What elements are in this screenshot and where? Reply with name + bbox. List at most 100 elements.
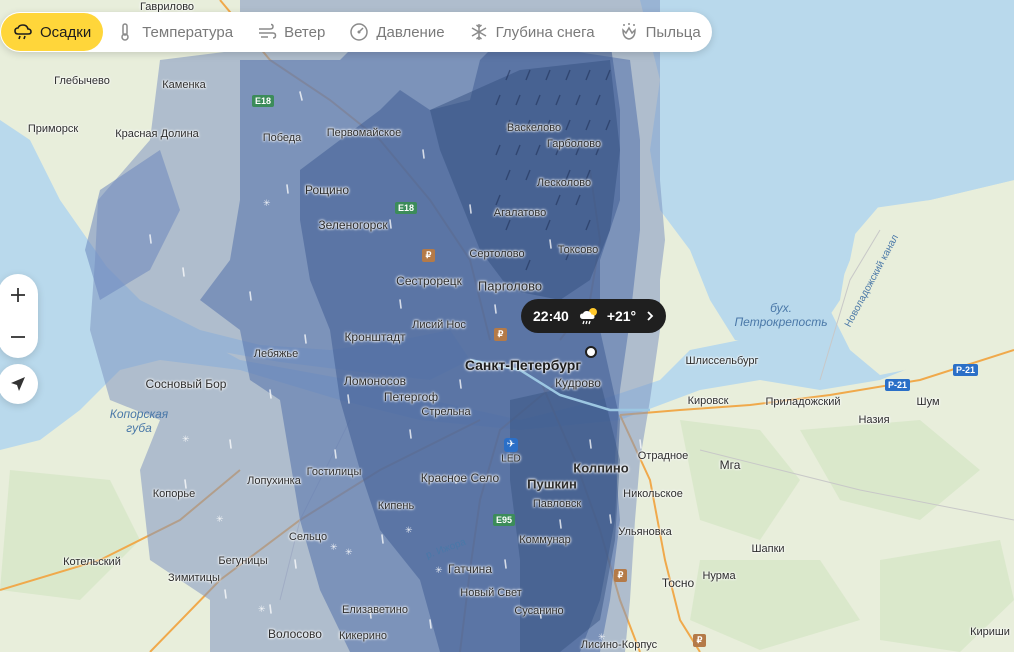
town-label-kikerino: Кикерино: [338, 630, 388, 642]
tab-temperature[interactable]: Температура: [103, 13, 245, 51]
water-label-koporskaya-guba: Копорская губа: [109, 407, 169, 435]
town-label-novy-svet: Новый Свет: [460, 587, 522, 599]
snowflake-icon: [469, 22, 489, 42]
tab-label: Температура: [142, 23, 234, 41]
town-label-sertolovo: Сертолово: [469, 248, 525, 260]
pollen-icon: [619, 22, 639, 42]
airport-icon[interactable]: ✈: [504, 438, 518, 452]
town-label-otradnoe: Отрадное: [637, 450, 689, 462]
forecast-time: 22:40: [533, 308, 569, 324]
tab-label: Осадки: [40, 23, 92, 41]
water-label-petrokrepost-bay: бух. Петрокрепость: [734, 301, 828, 329]
tab-pressure[interactable]: Давление: [337, 13, 456, 51]
town-label-strelna: Стрельна: [421, 406, 471, 418]
town-label-pervomayskoe: Первомайское: [326, 127, 402, 139]
town-label-shapki: Шапки: [751, 543, 785, 555]
thermometer-icon: [115, 22, 135, 42]
tab-snow-depth[interactable]: Глубина снега: [457, 13, 607, 51]
svg-text:✳: ✳: [435, 566, 443, 576]
town-label-volosovo: Волосово: [268, 627, 322, 641]
town-label-kronshtadt: Кронштадт: [344, 330, 406, 344]
tab-label: Ветер: [284, 23, 326, 41]
svg-text:✳: ✳: [405, 526, 413, 536]
tab-precipitation[interactable]: Осадки: [1, 13, 104, 51]
town-label-begunitsy: Бегуницы: [218, 555, 268, 567]
tab-wind[interactable]: Ветер: [245, 13, 337, 51]
fuel-station-icon[interactable]: ₽: [614, 569, 627, 582]
road-badge-e95: E95: [493, 514, 516, 526]
town-label-elizavetino: Елизаветино: [342, 604, 408, 616]
svg-text:✳: ✳: [345, 548, 353, 558]
town-label-kommunar: Коммунар: [519, 534, 571, 546]
fuel-station-icon[interactable]: ₽: [422, 249, 435, 262]
forecast-tooltip[interactable]: 22:40 +21°: [521, 299, 667, 333]
svg-text:✳: ✳: [330, 543, 338, 553]
tab-pollen[interactable]: Пыльца: [607, 13, 713, 51]
weather-map[interactable]: ✳ ✳ ✳ ✳ ✳ ✳ ✳ ✳ ✳ Санкт-Петербург Кудрово Парг…: [0, 0, 1014, 652]
town-label-roshchino: Рощино: [304, 183, 350, 197]
location-marker[interactable]: [585, 346, 597, 358]
town-label-gatchina: Гатчина: [448, 562, 492, 576]
town-label-lebyazhye: Лебяжье: [253, 348, 299, 360]
town-label-naziya: Назия: [858, 414, 890, 426]
town-label-susanino: Сусанино: [514, 605, 564, 617]
tab-label: Пыльца: [645, 23, 701, 41]
town-label-agalatovo: Агалатово: [493, 207, 547, 219]
forecast-temperature: +21°: [606, 308, 637, 324]
svg-text:✳: ✳: [182, 435, 190, 445]
town-label-pavlovsk: Павловск: [532, 498, 582, 510]
town-label-gostilitsy: Гостилицы: [306, 466, 362, 478]
town-label-pobeda: Победа: [262, 132, 302, 144]
town-label-shlisselburg: Шлиссельбург: [685, 355, 759, 367]
airport-label: LED: [501, 453, 521, 465]
zoom-out-button[interactable]: [0, 316, 38, 358]
town-label-nurma: Нурма: [702, 570, 736, 582]
rain-cloud-icon: [13, 22, 33, 42]
city-label-spb: Санкт-Петербург: [464, 357, 582, 373]
chevron-right-icon: [647, 311, 654, 321]
town-label-kolpino: Колпино: [573, 460, 629, 476]
town-label-shum: Шум: [916, 396, 940, 408]
tab-label: Давление: [376, 23, 445, 41]
map-canvas[interactable]: ✳✳ ✳ ✳✳✳ ✳✳✳: [0, 0, 1014, 652]
fuel-station-icon[interactable]: ₽: [494, 328, 507, 341]
town-label-zelenogorsk: Зеленогорск: [318, 218, 388, 232]
town-label-petergof: Петергоф: [383, 390, 439, 404]
town-label-kamenka: Каменка: [162, 79, 206, 91]
town-label-kirishi: Кириши: [970, 626, 1010, 638]
town-label-ulyanovka: Ульяновка: [618, 526, 672, 538]
fuel-station-icon[interactable]: ₽: [693, 634, 706, 647]
navigation-arrow-icon: [11, 377, 25, 391]
town-label-priladozhsky: Приладожский: [765, 396, 841, 408]
zoom-control: [0, 274, 38, 358]
road-badge-r21: Р-21: [885, 379, 911, 391]
tab-label: Глубина снега: [495, 23, 595, 41]
town-label-kudrovo: Кудрово: [555, 376, 601, 390]
partly-cloudy-rain-icon: [579, 306, 601, 326]
minus-icon: [11, 336, 25, 338]
town-label-pushkin: Пушкин: [527, 476, 577, 492]
town-label-primorsk: Приморск: [27, 123, 79, 135]
town-label-kirovsk: Кировск: [687, 395, 729, 407]
pressure-gauge-icon: [349, 22, 369, 42]
town-label-lomonosov: Ломоносов: [344, 374, 406, 388]
town-label-kipen: Кипень: [377, 500, 415, 512]
town-label-leskolovo: Лесколово: [536, 177, 592, 189]
svg-text:✳: ✳: [258, 605, 266, 615]
town-label-sestroretsk: Сестрорецк: [396, 274, 462, 288]
town-label-sosnovy-bor: Сосновый Бор: [145, 377, 227, 391]
road-badge-e18-north: E18: [252, 95, 275, 107]
town-label-selco: Сельцо: [288, 531, 328, 543]
town-label-toksovo: Токсово: [557, 244, 599, 256]
town-label-kotelsky: Котельский: [63, 556, 121, 568]
plus-icon: [11, 288, 25, 302]
road-badge-r21-east: Р-21: [953, 364, 979, 376]
town-label-krasnaya-dolina: Красная Долина: [115, 128, 199, 140]
zoom-in-button[interactable]: [0, 274, 38, 316]
town-label-lopukhinka: Лопухинка: [247, 475, 301, 487]
town-label-lisiy-nos: Лисий Нос: [412, 319, 466, 331]
town-label-tosno: Тосно: [661, 576, 695, 590]
town-label-glebychevo: Глебычево: [54, 75, 110, 87]
svg-text:✳: ✳: [263, 199, 271, 209]
svg-text:✳: ✳: [216, 515, 224, 525]
